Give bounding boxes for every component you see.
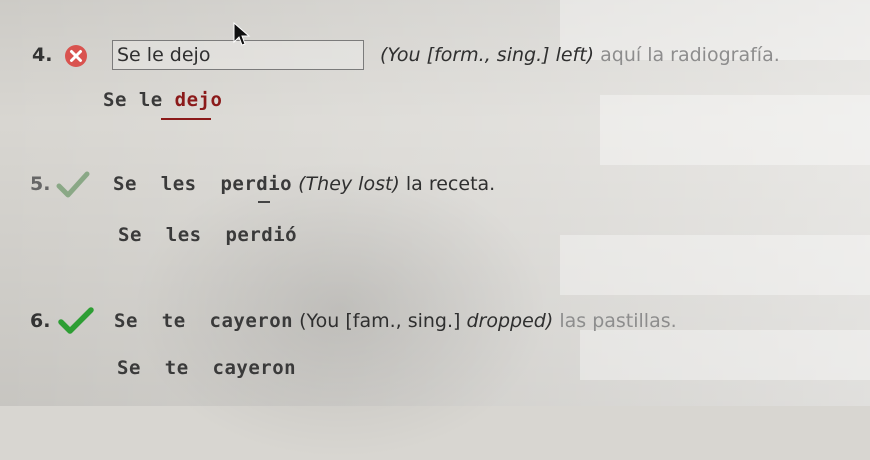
hint-text: (You [form., sing.] left) — [380, 44, 595, 66]
sentence-rest: la receta. — [405, 173, 496, 195]
corrected-word: dejo — [174, 89, 223, 111]
hint-text: (They lost) — [298, 173, 400, 195]
question-number: 6. — [30, 310, 51, 332]
mouse-pointer-icon — [232, 21, 252, 52]
correct-answer: Se les perdió — [118, 224, 298, 246]
correct-answer-prefix: Se le — [103, 89, 175, 111]
question-5-sentence: Se les perdio (They lost) la receta. — [113, 172, 495, 196]
window-glare-2 — [600, 95, 870, 165]
window-glare-3 — [560, 235, 870, 295]
correct-answer: Se te cayeron — [117, 357, 297, 379]
answer-text: Se te cayeron — [114, 310, 294, 332]
hint-text-prefix: (You [fam., sing.] — [299, 310, 461, 332]
window-glare-4 — [580, 330, 870, 380]
question-number: 4. — [32, 44, 53, 66]
correction-underline — [161, 118, 211, 120]
question-6-sentence: Se te cayeron (You [fam., sing.] dropped… — [114, 309, 677, 333]
sentence-rest: las pastillas. — [559, 310, 677, 332]
answer-text: Se les perdio — [113, 173, 293, 195]
checkmark-icon — [56, 170, 90, 204]
hint-text-italic: dropped) — [466, 310, 554, 332]
checkmark-icon — [58, 306, 94, 340]
question-4-sentence: (You [form., sing.] left) aquí la radiog… — [380, 43, 780, 67]
sentence-rest: aquí la radiografía. — [600, 44, 780, 66]
question-number: 5. — [30, 173, 51, 195]
accent-underline — [258, 201, 270, 203]
correct-answer: Se le dejo — [103, 89, 222, 111]
incorrect-x-icon — [64, 44, 88, 72]
